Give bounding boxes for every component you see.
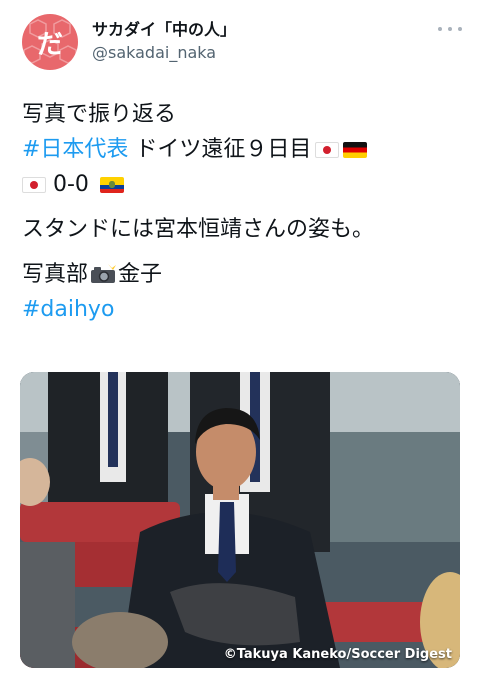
hashtag-link[interactable]: #daihyo [22,297,114,322]
camera-flash-icon [91,264,117,283]
tweet-text-line-1: 写真で振り返る [22,102,177,127]
japan-flag-icon [22,177,46,193]
tweet-line: #日本代表 ドイツ遠征９日目 [22,132,462,167]
tweet-line: 写真で振り返る [22,97,462,132]
tweet-photo[interactable]: ©Takuya Kaneko/Soccer Digest [20,372,460,668]
tweet-text-score: 0-0 [46,172,96,197]
photo-credit: ©Takuya Kaneko/Soccer Digest [223,647,452,662]
stadium-photo-image [20,372,460,668]
tweet-text: 写真で振り返る #日本代表 ドイツ遠征９日目 0-0 スタンドには宮本恒靖さんの… [22,97,462,327]
user-names: サカダイ「中の人」 @sakadai_naka [92,20,236,63]
tweet-text-name: 金子 [118,262,163,287]
ecuador-flag-icon [99,177,124,193]
display-name[interactable]: サカダイ「中の人」 [92,20,236,40]
tweet-text-dept: 写真部 [22,262,89,287]
germany-flag-icon [343,142,368,158]
more-icon[interactable] [438,24,462,34]
tweet-text-line-2: ドイツ遠征９日目 [128,137,312,162]
tweet-text-line-4: スタンドには宮本恒靖さんの姿も。 [22,217,375,242]
tweet-line: 写真部 金子 [22,257,462,292]
tweet: だ サカダイ「中の人」 @sakadai_naka 写真で振り返る #日本代表 … [0,0,480,689]
tweet-line: 0-0 [22,167,462,202]
user-handle[interactable]: @sakadai_naka [92,43,236,63]
avatar-glyph: だ [36,29,63,60]
avatar[interactable]: だ [22,14,78,70]
tweet-line: スタンドには宮本恒靖さんの姿も。 [22,212,462,247]
hashtag-link[interactable]: #日本代表 [22,137,128,162]
japan-flag-icon [315,142,340,158]
tweet-line: #daihyo [22,292,462,327]
